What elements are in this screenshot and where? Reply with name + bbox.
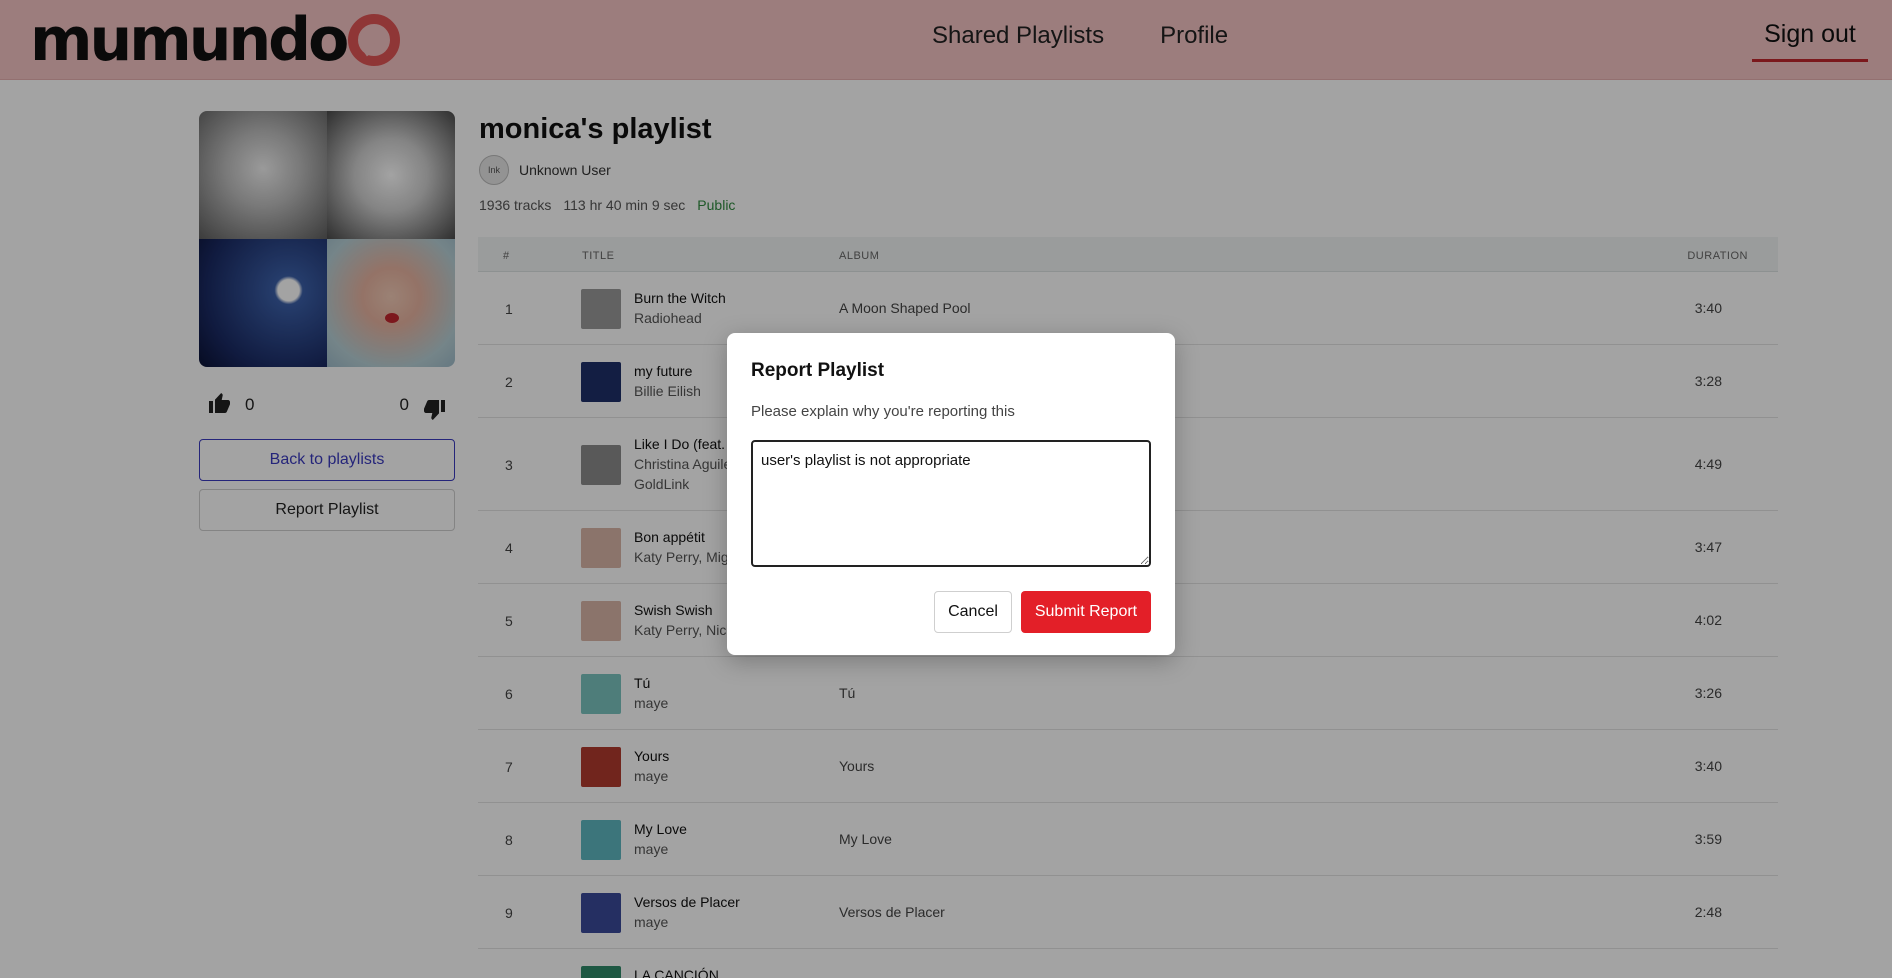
modal-title: Report Playlist <box>751 360 885 381</box>
report-modal: Report Playlist Please explain why you'r… <box>727 333 1175 655</box>
modal-description: Please explain why you're reporting this <box>751 403 1015 420</box>
cancel-button[interactable]: Cancel <box>934 591 1012 633</box>
report-reason-input[interactable]: user's playlist is not appropriate <box>751 440 1151 567</box>
submit-report-button[interactable]: Submit Report <box>1021 591 1151 633</box>
